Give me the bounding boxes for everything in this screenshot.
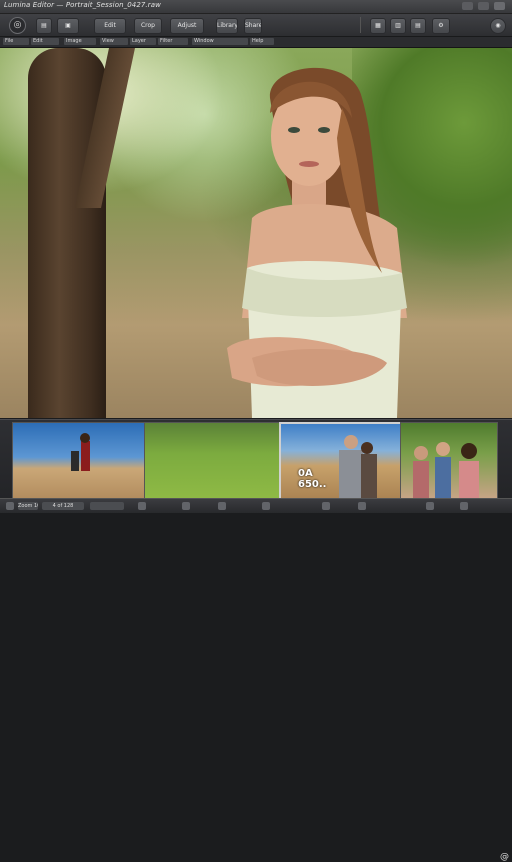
sort-icon[interactable] [426, 502, 434, 510]
photo-subject-portrait [227, 67, 407, 418]
app-logo-icon[interactable]: ◎ [9, 17, 26, 34]
submenu-filter[interactable]: Filter [158, 38, 188, 45]
filmstrip: 0A 650.. @ [0, 419, 512, 862]
open-button[interactable]: ▣ [57, 18, 79, 34]
grid-view-icon[interactable] [6, 502, 14, 510]
title-bar: Lumina Editor — Portrait_Session_0427.ra… [0, 0, 512, 14]
status-count: 4 of 128 [42, 502, 84, 510]
rating-icon[interactable] [138, 502, 146, 510]
filmstrip-thumb-group[interactable] [400, 422, 498, 500]
toolbar-btn-edit[interactable]: Edit [94, 18, 126, 34]
settings-icon[interactable]: ⚙ [432, 18, 450, 34]
window-title: Lumina Editor — Portrait_Session_0427.ra… [4, 1, 161, 9]
submenu-view[interactable]: View [100, 38, 128, 45]
export-icon[interactable]: ▤ [410, 18, 426, 34]
compare-icon[interactable] [262, 502, 270, 510]
filmstrip-thumb-field[interactable] [144, 422, 280, 500]
submenu-help[interactable]: Help [250, 38, 274, 45]
toolbar-btn-adjust[interactable]: Adjust [170, 18, 204, 34]
photo-tree-trunk [28, 48, 106, 418]
fullscreen-icon[interactable] [460, 502, 468, 510]
minimize-icon[interactable] [462, 2, 473, 10]
help-icon[interactable]: ◉ [490, 18, 506, 34]
filmstrip-next-button[interactable]: @ [500, 852, 509, 862]
rotate-icon[interactable] [218, 502, 226, 510]
thumb-group-icon [413, 442, 479, 499]
layers-icon[interactable]: ▥ [390, 18, 406, 34]
menu-button[interactable]: ▤ [36, 18, 52, 34]
filmstrip-thumb-beach[interactable] [12, 422, 145, 500]
toolbar-divider [360, 17, 361, 33]
status-bar: Zoom 100% 4 of 128 [0, 498, 512, 513]
maximize-icon[interactable] [478, 2, 489, 10]
tag-icon[interactable] [358, 502, 366, 510]
submenu-file[interactable]: File [3, 38, 29, 45]
thumb-caption: 0A 650.. [298, 468, 327, 490]
toolbar-btn-crop[interactable]: Crop [134, 18, 162, 34]
toolbar-btn-library[interactable]: Library [216, 18, 238, 34]
main-toolbar: ◎ ▤ ▣ Edit Crop Adjust Library Share ▦ ▥… [0, 14, 512, 37]
image-icon[interactable]: ▦ [370, 18, 386, 34]
info-icon[interactable] [322, 502, 330, 510]
submenu-edit[interactable]: Edit [31, 38, 59, 45]
photo-canvas[interactable] [0, 48, 512, 418]
status-filter-button[interactable] [90, 502, 124, 510]
filmstrip-thumb-couple[interactable] [279, 422, 403, 502]
thumb-people-icon [71, 433, 90, 471]
submenu-layer[interactable]: Layer [130, 38, 156, 45]
submenu-image[interactable]: Image [64, 38, 96, 45]
toolbar-btn-share[interactable]: Share [244, 18, 262, 34]
secondary-toolbar: File Edit Image View Layer Filter Window… [0, 37, 512, 48]
flag-icon[interactable] [182, 502, 190, 510]
close-icon[interactable] [494, 2, 505, 10]
status-zoom[interactable]: Zoom 100% [18, 502, 38, 510]
submenu-window[interactable]: Window [192, 38, 248, 45]
